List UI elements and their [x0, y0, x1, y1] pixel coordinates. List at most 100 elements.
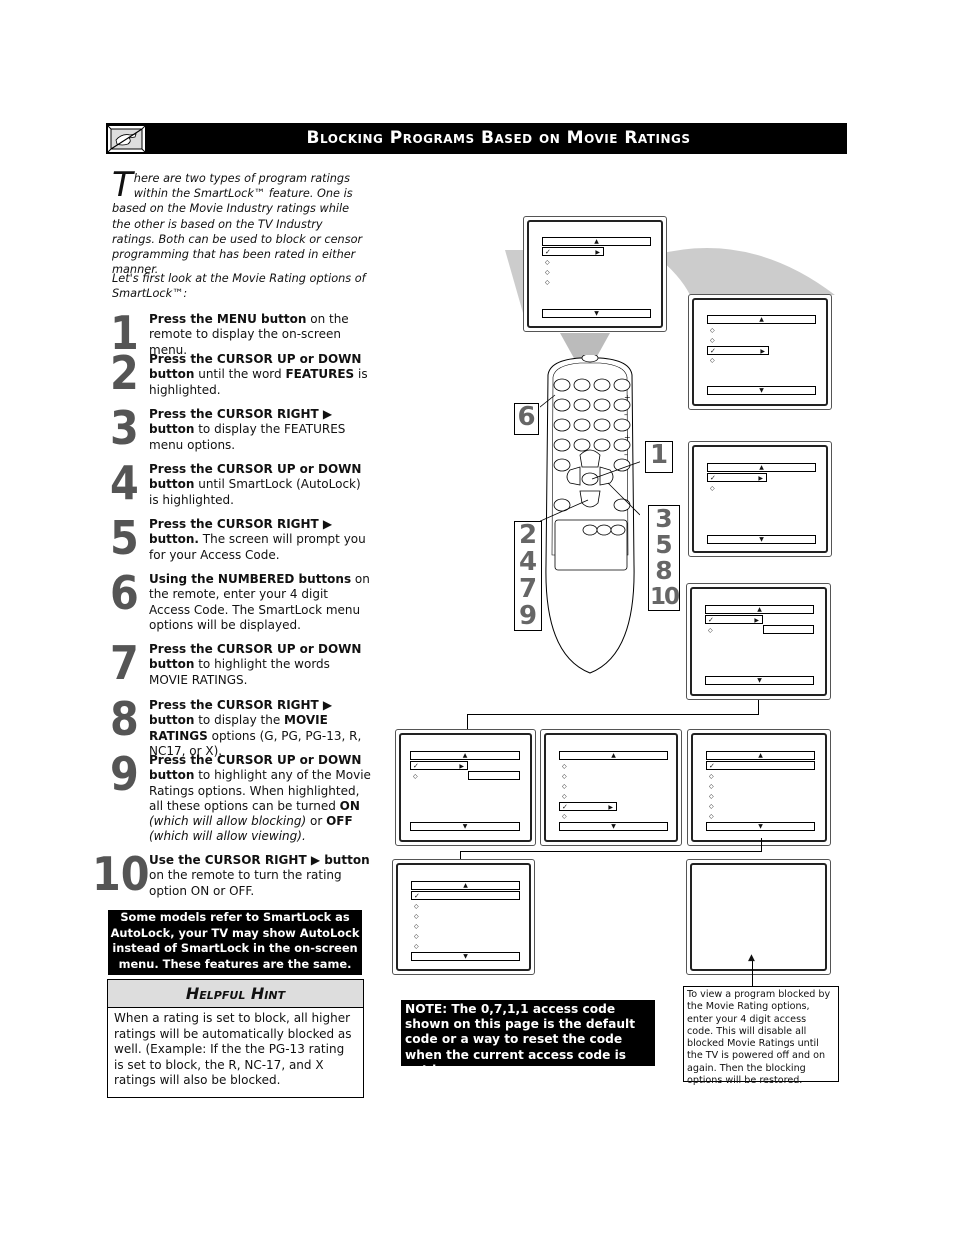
- page-title: Blocking Programs Based on Movie Ratings: [306, 128, 691, 148]
- step-number: 2: [110, 346, 139, 400]
- menu-scroll-up: ▲: [707, 315, 816, 324]
- tv-screen-rating-select: ▲ ✓ ▶ ◇ ▼: [395, 729, 536, 846]
- menu-item-selected: ✓ ▶: [410, 761, 468, 770]
- menu-scroll-down: ▼: [707, 535, 816, 544]
- diamond-icon: ◇: [414, 903, 419, 910]
- connector-line: [460, 851, 762, 852]
- diamond-icon: ◇: [710, 337, 715, 344]
- helpful-hint-body: When a rating is set to block, all highe…: [114, 1011, 352, 1087]
- menu-scroll-up: ▲: [410, 751, 520, 760]
- step-body: until the word: [194, 367, 286, 382]
- step-8-text: Press the CURSOR RIGHT ▶ button to displ…: [149, 698, 371, 759]
- diamond-icon: ◇: [708, 627, 713, 634]
- svg-text:–: –: [624, 450, 628, 459]
- callout-step-1: 1: [645, 441, 673, 473]
- diamond-icon: ◇: [562, 813, 567, 820]
- diamond-icon: ◇: [414, 933, 419, 940]
- menu-scroll-up: ▲: [705, 605, 814, 614]
- step-note: (which will allow blocking): [149, 814, 307, 829]
- callout-steps-right: 3 5 8 10: [648, 505, 680, 611]
- callout-step-6: 6: [514, 403, 539, 435]
- step-emphasis: ON: [339, 798, 360, 813]
- diamond-icon: ◇: [562, 763, 567, 770]
- svg-text:+: +: [624, 393, 631, 402]
- diamond-icon: ◇: [709, 813, 714, 820]
- menu-scroll-down: ▼: [706, 822, 815, 831]
- callout-steps-left: 2 4 7 9: [514, 521, 542, 631]
- diamond-icon: ◇: [710, 357, 715, 364]
- svg-text:+: +: [624, 433, 631, 442]
- step-number: 4: [110, 456, 139, 510]
- step-emphasis: Use the CURSOR RIGHT ▶ button: [149, 853, 370, 867]
- tv-screen-smartlock-menu: ▲ ✓ ▶ ◇ ▼: [688, 441, 832, 557]
- step-3-text: Press the CURSOR RIGHT ▶ button to displ…: [149, 407, 371, 453]
- diamond-icon: ◇: [545, 259, 550, 266]
- menu-scroll-up: ▲: [707, 463, 816, 472]
- step-2-text: Press the CURSOR UP or DOWN button until…: [149, 352, 371, 398]
- svg-text:–: –: [624, 410, 628, 419]
- menu-item-selected: ✓ ▶: [559, 802, 617, 811]
- diamond-icon: ◇: [709, 783, 714, 790]
- step-emphasis: Using the NUMBERED buttons: [149, 572, 352, 586]
- step-number: 5: [110, 511, 139, 565]
- menu-scroll-up: ▲: [542, 237, 651, 246]
- access-code-note: NOTE: The 0,7,1,1 access code shown on t…: [401, 1000, 655, 1077]
- step-emphasis: OFF: [326, 814, 353, 829]
- submenu-field: [468, 771, 520, 780]
- step-9-text: Press the CURSOR UP or DOWN button to hi…: [149, 753, 371, 845]
- connector-line: [761, 838, 762, 852]
- step-body: on the remote to turn the rating option …: [149, 868, 342, 898]
- step-emphasis: FEATURES: [285, 367, 355, 382]
- no-hand-icon: [107, 125, 146, 153]
- step-1-text: Press the MENU button on the remote to d…: [149, 312, 371, 358]
- callout-number: 2: [518, 520, 538, 550]
- arrow-up-icon: ▲: [748, 953, 755, 963]
- step-10-text: Use the CURSOR RIGHT ▶ button on the rem…: [149, 853, 371, 899]
- callout-number: 8: [655, 556, 673, 585]
- diamond-icon: ◇: [545, 279, 550, 286]
- intro-paragraph: There are two types of program ratings w…: [112, 165, 368, 277]
- diamond-icon: ◇: [414, 913, 419, 920]
- menu-scroll-down: ▼: [559, 822, 668, 831]
- remote-control: + – + –: [540, 355, 640, 674]
- diamond-icon: ◇: [414, 943, 419, 950]
- helpful-hint-box: Helpful Hint When a rating is set to blo…: [107, 979, 364, 1098]
- drop-cap: T: [112, 165, 133, 205]
- view-blocked-note: To view a program blocked by the Movie R…: [683, 986, 839, 1086]
- menu-scroll-down: ▼: [542, 309, 651, 318]
- menu-scroll-down: ▼: [707, 386, 816, 395]
- callout-number: 3: [655, 504, 673, 533]
- callout-number: 4: [518, 547, 538, 577]
- tv-screen-main-menu: ▲ ✓ ▶ ◇ ◇ ◇ ▼: [523, 216, 667, 332]
- step-6-text: Using the NUMBERED buttons on the remote…: [149, 572, 371, 633]
- tv-screen-rating-toggle: ▲ ✓ ◇ ◇ ◇ ◇ ◇ ▼: [687, 729, 831, 846]
- tv-screen-rating-list: ▲ ◇ ◇ ◇ ◇ ✓ ▶ ◇ ▼: [540, 729, 682, 846]
- step-4-text: Press the CURSOR UP or DOWN button until…: [149, 462, 371, 508]
- submenu-field: [763, 625, 814, 634]
- diamond-icon: ◇: [562, 773, 567, 780]
- menu-item-selected: ✓ ▶: [705, 615, 763, 624]
- diamond-icon: ◇: [709, 793, 714, 800]
- menu-item-selected: ✓: [706, 761, 815, 770]
- menu-scroll-up: ▲: [411, 881, 520, 890]
- diamond-icon: ◇: [710, 327, 715, 334]
- tv-screen-blocked: [686, 859, 831, 975]
- step-body: to display the: [194, 713, 285, 728]
- intro-lead-in: Let's first look at the Movie Rating opt…: [112, 272, 366, 301]
- autolock-note: Some models refer to SmartLock as AutoLo…: [108, 910, 362, 975]
- menu-scroll-down: ▼: [410, 822, 520, 831]
- diamond-icon: ◇: [414, 923, 419, 930]
- step-5-text: Press the CURSOR RIGHT ▶ button. The scr…: [149, 517, 371, 563]
- tv-screen-features-menu: ▲ ◇ ◇ ✓ ▶ ◇ ▼: [688, 294, 832, 410]
- callout-number: 5: [655, 530, 673, 559]
- menu-item-selected: ✓: [411, 891, 520, 900]
- step-number: 3: [110, 401, 139, 455]
- menu-item-selected: ✓ ▶: [707, 473, 767, 482]
- diamond-icon: ◇: [562, 783, 567, 790]
- step-number: 7: [110, 636, 139, 690]
- intro-text: here are two types of program ratings wi…: [112, 172, 363, 277]
- connector-line: [758, 700, 759, 714]
- diamond-icon: ◇: [709, 803, 714, 810]
- diamond-icon: ◇: [710, 485, 715, 492]
- connector-line: [752, 960, 753, 986]
